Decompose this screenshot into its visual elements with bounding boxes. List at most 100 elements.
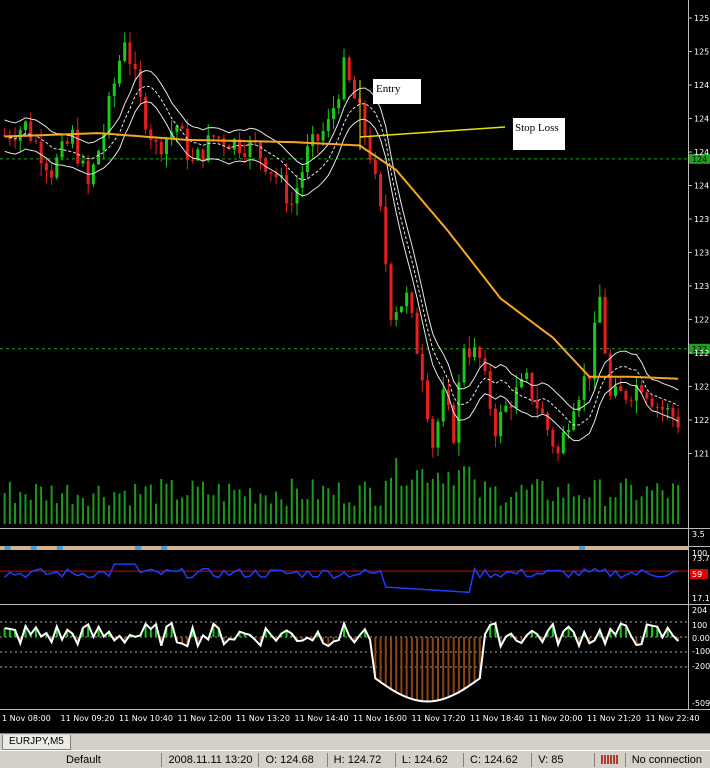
- candle-body: [441, 389, 445, 422]
- candle-body: [420, 353, 424, 381]
- volume-bar: [3, 493, 6, 524]
- volume-bar: [525, 489, 528, 524]
- status-close: C: 124.62: [463, 752, 531, 767]
- volume-bar: [604, 505, 607, 524]
- status-volume: V: 85: [531, 752, 593, 767]
- candle-body: [666, 407, 670, 410]
- volume-bar: [551, 501, 554, 524]
- volume-bar: [34, 484, 37, 524]
- volume-bar: [630, 484, 633, 524]
- time-tick-label: 1 Nov 08:00: [2, 714, 51, 723]
- candle-body: [415, 312, 419, 354]
- candle-body: [180, 126, 184, 129]
- volume-bar: [118, 493, 121, 524]
- time-tick-label: 11 Nov 09:20: [61, 714, 115, 723]
- cci-level-minus200-label: -200: [692, 662, 710, 671]
- candle-body: [258, 142, 262, 159]
- candle-body: [13, 139, 17, 141]
- volume-bar: [640, 496, 643, 524]
- volume-bar: [463, 466, 466, 524]
- volume-bar: [238, 489, 241, 524]
- volume-bar: [557, 487, 560, 524]
- candle-body: [436, 421, 440, 448]
- volume-bar: [155, 503, 158, 524]
- volume-bar: [457, 470, 460, 524]
- candle-body: [603, 296, 607, 354]
- mini-strip-mark: [161, 546, 168, 550]
- candle-body: [655, 406, 659, 408]
- candle-body: [467, 348, 471, 358]
- price-tick-label: 122: [694, 383, 709, 392]
- candle-body: [514, 387, 518, 408]
- volume-bar: [316, 499, 319, 524]
- volume-bar: [144, 486, 147, 524]
- volume-bar: [228, 483, 231, 524]
- volume-bar: [510, 496, 513, 524]
- candle-body: [556, 446, 560, 454]
- candle-body: [530, 372, 534, 400]
- candle-body: [525, 372, 529, 379]
- volume-bar: [108, 505, 111, 524]
- candle-body: [44, 163, 48, 171]
- volume-bar: [577, 495, 580, 524]
- time-tick-label: 11 Nov 12:00: [178, 714, 232, 723]
- volume-bar: [311, 479, 314, 524]
- volume-bar: [369, 487, 372, 524]
- volume-bar: [269, 503, 272, 524]
- status-low: L: 124.62: [394, 752, 463, 767]
- candle-body: [661, 406, 665, 410]
- volume-bar: [40, 486, 43, 524]
- candle-body: [389, 264, 393, 320]
- candle-body: [394, 312, 398, 320]
- volume-bar: [431, 478, 434, 524]
- volume-bar: [264, 495, 267, 524]
- volume-bar: [410, 479, 413, 524]
- volume-bar: [671, 483, 674, 524]
- candle-body: [676, 416, 680, 428]
- status-bar: Default 2008.11.11 13:20 O: 124.68 H: 12…: [0, 750, 710, 768]
- volume-bar: [666, 497, 669, 524]
- candle-body: [55, 157, 59, 178]
- volume-bar: [306, 499, 309, 524]
- volume-bar: [416, 470, 419, 524]
- price-tick-label: 124: [694, 182, 709, 191]
- time-tick-label: 11 Nov 10:40: [119, 714, 173, 723]
- volume-bar: [661, 490, 664, 524]
- candle-body: [206, 135, 210, 161]
- cci-level-100-label: 100: [692, 621, 707, 630]
- candle-body: [243, 153, 247, 157]
- candle-body: [81, 160, 85, 164]
- volume-bar: [165, 483, 168, 524]
- volume-bar: [478, 497, 481, 524]
- volume-bar: [92, 493, 95, 524]
- candle-body: [598, 296, 602, 323]
- mini-strip-mark: [578, 546, 585, 550]
- mini-panel-label: 3.5: [692, 530, 705, 539]
- volume-bar: [389, 477, 392, 524]
- volume-bar: [593, 480, 596, 524]
- candle-body: [316, 134, 320, 141]
- volume-bar: [504, 502, 507, 524]
- volume-bar: [421, 468, 424, 524]
- candle-body: [645, 392, 649, 399]
- candle-body: [426, 380, 430, 420]
- candle-body: [326, 119, 330, 131]
- candle-body: [410, 292, 414, 313]
- trading-chart[interactable]: 124 122 Entry Stop Loss 125 125 124 124 124 12…: [0, 0, 710, 733]
- mini-strip-mark: [4, 546, 11, 550]
- volume-bar: [97, 485, 100, 524]
- status-profile[interactable]: Default: [0, 753, 161, 767]
- price-tick-label: 123: [694, 249, 709, 258]
- candle-body: [431, 419, 435, 448]
- symbol-tab[interactable]: EURJPY,M5: [2, 735, 71, 750]
- candle-body: [112, 83, 116, 96]
- rsi-level-high-label: 73.7: [692, 554, 710, 563]
- volume-bar: [76, 494, 79, 524]
- volume-bar: [588, 497, 591, 524]
- volume-bar: [322, 485, 325, 524]
- volume-bar: [50, 485, 53, 524]
- candle-body: [332, 108, 336, 120]
- volume-bar: [113, 492, 116, 524]
- rsi-level-low-label: 17.1: [692, 594, 710, 603]
- volume-bar: [8, 481, 11, 524]
